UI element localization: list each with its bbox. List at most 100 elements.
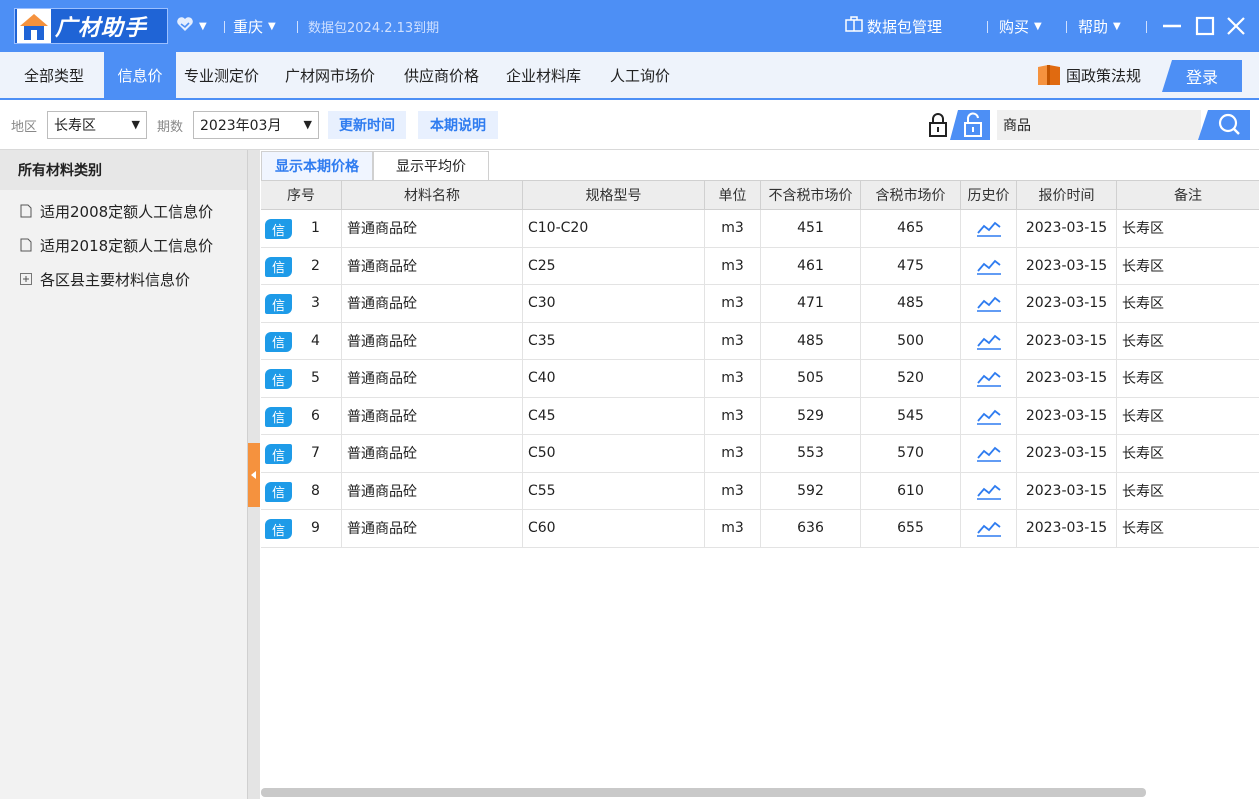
favorite-dropdown[interactable]: ▼	[176, 0, 207, 52]
expand-plus-icon[interactable]	[18, 273, 34, 285]
cell-date: 2023-03-15	[1017, 247, 1117, 284]
logo-house-icon	[17, 9, 51, 43]
history-chart-icon[interactable]	[976, 368, 1002, 388]
title-bar: 广材助手 ▼ 重庆 ▼ 数据包2024.2.13到期 数据包管理 购买 ▼ 帮助…	[0, 0, 1259, 52]
col-header-date[interactable]: 报价时间	[1017, 181, 1117, 209]
info-badge: 信	[265, 256, 292, 277]
material-category-tree: 所有材料类别 适用2008定额人工信息价 适用2018定额人工信息价 各区县主要…	[0, 150, 248, 799]
cell-name: 普通商品砼	[342, 472, 523, 509]
col-header-name[interactable]: 材料名称	[342, 181, 523, 209]
close-icon	[1227, 17, 1245, 35]
info-badge: 信	[265, 294, 292, 314]
cell-note: 长寿区	[1122, 296, 1164, 313]
cell-ex-tax: 529	[761, 397, 861, 434]
close-button[interactable]	[1226, 0, 1246, 52]
city-dropdown[interactable]: 重庆 ▼	[233, 0, 276, 52]
tab-all-types[interactable]: 全部类型	[24, 52, 84, 98]
table-row[interactable]: 信 6 普通商品砼 C45 m3 529 545 2023-03-15 长寿区	[261, 397, 1259, 435]
history-chart-icon[interactable]	[976, 256, 1002, 276]
cell-unit: m3	[705, 285, 761, 322]
history-chart-icon[interactable]	[976, 331, 1002, 351]
table-row[interactable]: 信 9 普通商品砼 C60 m3 636 655 2023-03-15 长寿区	[261, 510, 1259, 548]
col-header-inc-tax[interactable]: 含税市场价	[861, 181, 961, 209]
package-icon	[845, 16, 863, 36]
chevron-down-icon: ▼	[131, 118, 140, 131]
maximize-icon	[1195, 16, 1215, 36]
cell-ex-tax: 485	[761, 322, 861, 359]
period-select[interactable]: 2023年03月 ▼	[193, 111, 319, 139]
cell-date: 2023-03-15	[1017, 210, 1117, 247]
package-management-button[interactable]: 数据包管理	[845, 0, 942, 52]
col-header-ex-tax[interactable]: 不含税市场价	[761, 181, 861, 209]
search-input[interactable]: 商品	[997, 110, 1201, 140]
tab-supplier-price[interactable]: 供应商价格	[404, 52, 479, 98]
region-select[interactable]: 长寿区 ▼	[47, 111, 147, 139]
table-row[interactable]: 信 5 普通商品砼 C40 m3 505 520 2023-03-15 长寿区	[261, 360, 1259, 398]
row-seq: 4	[311, 332, 320, 349]
search-value: 商品	[1003, 118, 1031, 134]
help-menu[interactable]: 帮助 ▼	[1078, 0, 1121, 52]
tab-enterprise-library[interactable]: 企业材料库	[506, 52, 581, 98]
table-row[interactable]: 信 4 普通商品砼 C35 m3 485 500 2023-03-15 长寿区	[261, 322, 1259, 360]
update-time-button[interactable]: 更新时间	[328, 111, 406, 139]
lock-button[interactable]	[926, 110, 950, 140]
cell-note: 长寿区	[1122, 408, 1164, 425]
horizontal-scrollbar[interactable]	[261, 788, 1146, 797]
table-row[interactable]: 信 3 普通商品砼 C30 m3 471 485 2023-03-15 长寿区	[261, 285, 1259, 323]
policy-link[interactable]: 国政策法规	[1036, 52, 1142, 98]
tab-professional-price[interactable]: 专业测定价	[184, 52, 259, 98]
tab-average-price[interactable]: 显示平均价	[373, 151, 489, 180]
cell-ex-tax: 505	[761, 360, 861, 397]
tab-info-price[interactable]: 信息价	[104, 52, 176, 98]
collapse-sidebar-button[interactable]	[248, 443, 260, 507]
tree-item-label: 适用2018定额人工信息价	[40, 236, 214, 255]
cell-ex-tax: 553	[761, 435, 861, 472]
tab-manual-inquiry[interactable]: 人工询价	[610, 52, 670, 98]
cell-spec: C30	[523, 285, 705, 322]
col-header-seq[interactable]: 序号	[261, 181, 342, 209]
cell-spec: C40	[523, 360, 705, 397]
tree-item-district-materials[interactable]: 各区县主要材料信息价	[0, 262, 247, 296]
history-chart-icon[interactable]	[976, 293, 1002, 313]
buy-label: 购买	[999, 17, 1030, 36]
period-note-button[interactable]: 本期说明	[418, 111, 498, 139]
cell-ex-tax: 636	[761, 510, 861, 547]
maximize-button[interactable]	[1195, 0, 1215, 52]
cell-unit: m3	[705, 435, 761, 472]
cell-history	[961, 435, 1017, 472]
history-chart-icon[interactable]	[976, 218, 1002, 238]
table-row[interactable]: 信 8 普通商品砼 C55 m3 592 610 2023-03-15 长寿区	[261, 472, 1259, 510]
cell-date: 2023-03-15	[1017, 472, 1117, 509]
history-chart-icon[interactable]	[976, 481, 1002, 501]
tab-market-price[interactable]: 广材网市场价	[285, 52, 375, 98]
table-header: 序号 材料名称 规格型号 单位 不含税市场价 含税市场价 历史价 报价时间 备注	[261, 180, 1259, 210]
cell-spec: C10-C20	[523, 210, 705, 247]
history-chart-icon[interactable]	[976, 406, 1002, 426]
buy-menu[interactable]: 购买 ▼	[999, 0, 1042, 52]
cell-seq: 信2	[261, 247, 342, 284]
col-header-history[interactable]: 历史价	[961, 181, 1017, 209]
history-chart-icon[interactable]	[976, 443, 1002, 463]
package-management-label: 数据包管理	[867, 17, 943, 36]
col-header-spec[interactable]: 规格型号	[523, 181, 705, 209]
cell-unit: m3	[705, 397, 761, 434]
login-button[interactable]: 登录	[1162, 60, 1242, 92]
cell-seq: 信5	[261, 360, 342, 397]
history-chart-icon[interactable]	[976, 518, 1002, 538]
minimize-button[interactable]	[1162, 0, 1182, 52]
table-row[interactable]: 信 7 普通商品砼 C50 m3 553 570 2023-03-15 长寿区	[261, 435, 1259, 473]
cell-ex-tax: 461	[761, 247, 861, 284]
table-row[interactable]: 信 1 普通商品砼 C10-C20 m3 451 465 2023-03-15 长寿区	[261, 210, 1259, 248]
cell-inc-tax: 610	[861, 472, 961, 509]
col-header-unit[interactable]: 单位	[705, 181, 761, 209]
tree-item-2008-labor[interactable]: 适用2008定额人工信息价	[0, 194, 247, 228]
cell-seq: 信7	[261, 435, 342, 472]
table-row[interactable]: 信 2 普通商品砼 C25 m3 461 475 2023-03-15 长寿区	[261, 247, 1259, 285]
row-seq: 2	[311, 257, 320, 274]
cell-name: 普通商品砼	[342, 322, 523, 359]
cell-seq: 信3	[261, 285, 342, 322]
tab-current-price[interactable]: 显示本期价格	[261, 151, 373, 180]
cell-unit: m3	[705, 247, 761, 284]
tree-item-2018-labor[interactable]: 适用2018定额人工信息价	[0, 228, 247, 262]
col-header-note[interactable]: 备注	[1117, 181, 1259, 209]
